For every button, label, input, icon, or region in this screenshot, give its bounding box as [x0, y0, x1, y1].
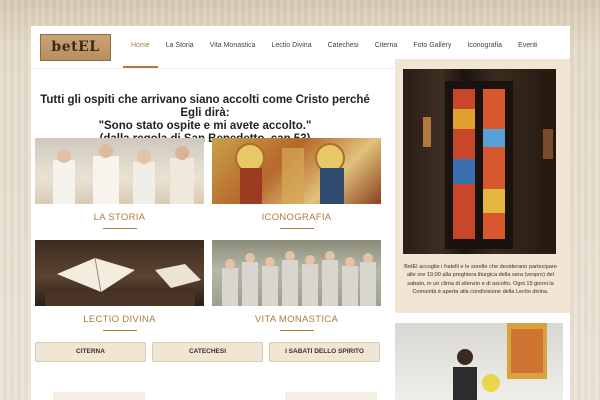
- quote-line-1: Tutti gli ospiti che arrivano siano acco…: [40, 94, 370, 119]
- stained-glass-photo: [423, 81, 553, 249]
- sabati-dello-spirito-button[interactable]: I SABATI DELLO SPIRITO: [269, 342, 380, 362]
- sidebar-panel: BetEl accoglie i fratelli e le sorelle c…: [395, 59, 570, 313]
- caption-underline: [102, 228, 137, 229]
- vita-monastica-image[interactable]: [212, 240, 381, 306]
- site-logo[interactable]: betEL: [40, 34, 111, 61]
- lectio-divina-image[interactable]: [35, 240, 204, 306]
- caption-underline: [279, 228, 314, 229]
- page-container: betEL Home La Storia Vita Monastica Lect…: [31, 26, 570, 400]
- vita-monastica-caption[interactable]: VITA MONASTICA: [212, 314, 381, 325]
- event-photo[interactable]: [395, 323, 563, 400]
- caption-underline: [279, 330, 314, 331]
- citerna-button[interactable]: CITERNA: [35, 342, 146, 362]
- bottom-card: [285, 392, 377, 400]
- nav-vita-monastica[interactable]: Vita Monastica: [202, 26, 264, 66]
- nav-la-storia[interactable]: La Storia: [158, 26, 202, 66]
- sidebar-description: BetEl accoglie i fratelli e le sorelle c…: [404, 264, 557, 296]
- monks-photo: [53, 144, 194, 204]
- tile-vita-monastica[interactable]: VITA MONASTICA: [212, 240, 381, 331]
- nav-home[interactable]: Home: [123, 26, 158, 68]
- iconografia-image[interactable]: [212, 138, 381, 204]
- la-storia-caption[interactable]: LA STORIA: [35, 212, 204, 223]
- catechesi-button[interactable]: CATECHESI: [152, 342, 263, 362]
- bottom-card: [53, 392, 145, 400]
- tile-iconografia[interactable]: ICONOGRAFIA: [212, 138, 381, 229]
- speaker-photo: [453, 323, 547, 400]
- iconografia-caption[interactable]: ICONOGRAFIA: [212, 212, 381, 223]
- community-photo: [222, 251, 376, 306]
- lectio-divina-caption[interactable]: LECTIO DIVINA: [35, 314, 204, 325]
- open-book-photo: [45, 257, 201, 306]
- icon-painting: [235, 143, 345, 204]
- nav-lectio-divina[interactable]: Lectio Divina: [264, 26, 320, 66]
- tile-lectio-divina[interactable]: LECTIO DIVINA: [35, 240, 204, 331]
- tile-la-storia[interactable]: LA STORIA: [35, 138, 204, 229]
- caption-underline: [102, 330, 137, 331]
- stained-glass-door-image[interactable]: [403, 69, 556, 254]
- nav-catechesi[interactable]: Catechesi: [320, 26, 367, 66]
- la-storia-image[interactable]: [35, 138, 204, 204]
- quote-line-2: "Sono stato ospite e mi avete accolto.": [98, 120, 312, 132]
